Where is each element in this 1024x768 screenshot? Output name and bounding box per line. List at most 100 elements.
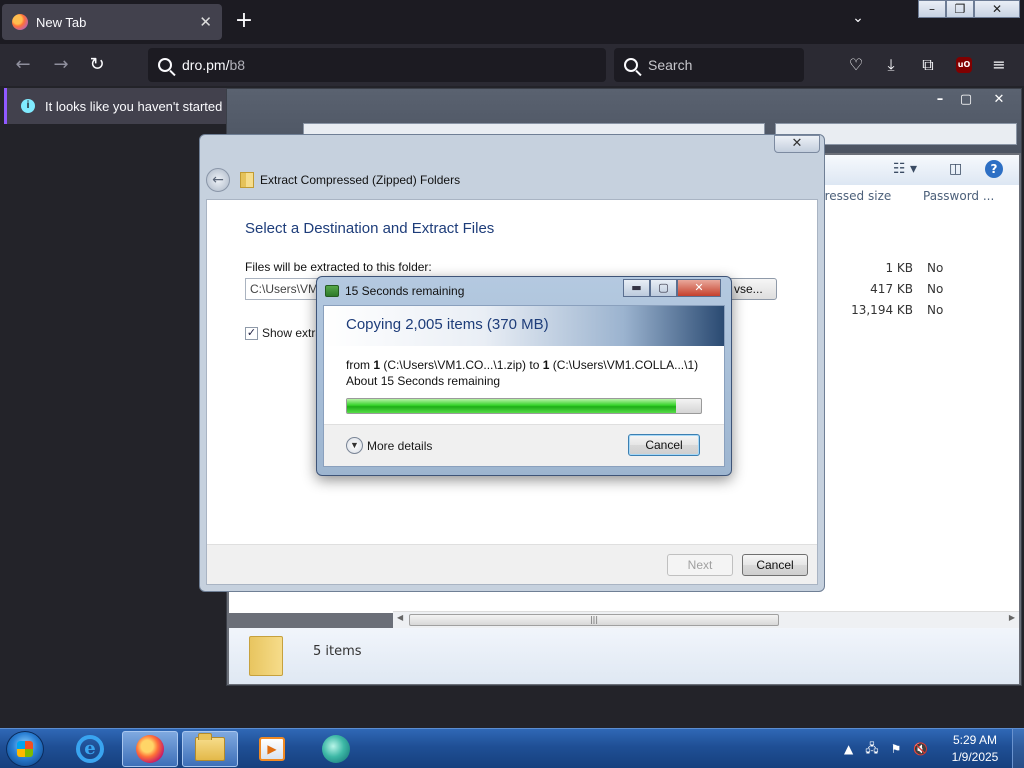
row-size: 417 KB xyxy=(870,282,913,296)
source-path: (C:\Users\VM1.CO...\1.zip) to xyxy=(380,358,543,372)
copy-progress-dialog: 15 Seconds remaining ▬ ▢ ✕ Copying 2,005… xyxy=(316,276,732,476)
cancel-button[interactable]: Cancel xyxy=(628,434,700,456)
copy-heading: Copying 2,005 items (370 MB) xyxy=(346,316,549,333)
hamburger-menu-icon[interactable]: ≡ xyxy=(988,54,1010,76)
url-path: b8 xyxy=(229,57,246,73)
row-password: No xyxy=(927,261,944,275)
preview-pane-icon[interactable]: ◫ xyxy=(949,161,962,177)
pocket-icon[interactable]: ♡ xyxy=(845,54,867,76)
minimize-button[interactable]: – xyxy=(918,0,946,18)
row-password: No xyxy=(927,303,944,317)
close-button[interactable]: ✕ xyxy=(677,279,721,297)
maximize-button[interactable]: ▢ xyxy=(953,91,979,109)
volume-muted-icon[interactable]: 🔇 xyxy=(913,742,928,756)
more-details-toggle[interactable]: ▼ More details xyxy=(346,437,432,454)
ublock-origin-icon[interactable]: uO xyxy=(956,57,972,73)
search-bar[interactable]: Search xyxy=(614,48,804,82)
zip-folder-icon xyxy=(249,636,283,676)
reload-icon[interactable]: ↻ xyxy=(86,54,108,76)
forward-arrow-icon[interactable]: → xyxy=(50,54,72,76)
internet-explorer-icon: e xyxy=(76,735,104,763)
row-size: 1 KB xyxy=(885,261,913,275)
notification-bar: i It looks like you haven't started Fir xyxy=(4,88,234,124)
restore-button[interactable]: ❐ xyxy=(946,0,974,18)
search-icon xyxy=(158,58,172,72)
table-row[interactable]: 417 KB No xyxy=(817,282,1019,296)
app-icon xyxy=(322,735,350,763)
dialog-body: Copying 2,005 items (370 MB) from 1 (C:\… xyxy=(323,305,725,467)
tab-new-tab[interactable]: New Tab ✕ xyxy=(2,4,222,40)
show-extracted-label: Show extra xyxy=(262,326,323,340)
scrollbar-thumb[interactable]: ||| xyxy=(409,614,779,626)
clock-time: 5:29 AM xyxy=(952,733,998,747)
copy-source-destination: from 1 (C:\Users\VM1.CO...\1.zip) to 1 (… xyxy=(346,358,698,372)
firefox-icon xyxy=(136,735,164,763)
close-button[interactable]: ✕ xyxy=(774,135,820,153)
view-options-icon[interactable]: ☷ ▾ xyxy=(893,161,917,177)
scroll-left-icon[interactable]: ◀ xyxy=(397,613,403,622)
maximize-button[interactable]: ▢ xyxy=(650,279,677,297)
tab-close-icon[interactable]: ✕ xyxy=(199,13,212,31)
wizard-footer: Next Cancel xyxy=(207,544,817,584)
url-bar[interactable]: dro.pm/b8 xyxy=(148,48,606,82)
table-row[interactable]: 1 KB No xyxy=(817,261,1019,275)
clock-date: 1/9/2025 xyxy=(951,750,999,764)
destination-label: Files will be extracted to this folder: xyxy=(245,260,432,274)
clock[interactable]: 5:29 AM 1/9/2025 xyxy=(940,732,1010,766)
from-prefix: from xyxy=(346,358,374,372)
show-hidden-icons-icon[interactable]: ▲ xyxy=(844,742,853,756)
column-password[interactable]: Password ... xyxy=(923,185,1019,207)
show-desktop-button[interactable] xyxy=(1012,729,1024,768)
wizard-title: Extract Compressed (Zipped) Folders xyxy=(260,173,461,187)
downloads-icon[interactable]: ⤓ xyxy=(880,54,902,76)
network-icon[interactable]: 🖧 xyxy=(865,739,878,760)
search-placeholder: Search xyxy=(648,57,693,73)
notification-text: It looks like you haven't started Fir xyxy=(45,98,234,114)
media-player-icon: ▶ xyxy=(259,737,285,761)
taskbar-media-player[interactable]: ▶ xyxy=(244,731,300,767)
list-all-tabs-icon[interactable]: ⌄ xyxy=(848,10,868,30)
horizontal-scrollbar[interactable]: ◀ ||| ▶ xyxy=(393,611,1019,628)
zip-folder-icon xyxy=(240,172,254,188)
checkbox-checked-icon[interactable]: ✓ xyxy=(245,326,258,340)
taskbar-firefox[interactable] xyxy=(122,731,178,767)
dialog-header: Copying 2,005 items (370 MB) xyxy=(324,306,724,346)
wizard-header: ← Extract Compressed (Zipped) Folders xyxy=(206,163,818,197)
action-center-flag-icon[interactable]: ⚑ xyxy=(891,742,902,756)
time-remaining: About 15 Seconds remaining xyxy=(346,374,501,388)
dialog-window-controls: ▬ ▢ ✕ xyxy=(623,279,721,297)
firefox-tabstrip: New Tab ✕ + ⌄ – ❐ ✕ xyxy=(0,0,1024,44)
progress-fill xyxy=(347,399,677,413)
minimize-button[interactable]: ▬ xyxy=(623,279,650,297)
item-count: 5 items xyxy=(313,644,362,659)
wizard-heading: Select a Destination and Extract Files xyxy=(245,220,495,237)
table-row[interactable]: 13,194 KB No xyxy=(817,303,1019,317)
back-arrow-icon[interactable]: ← xyxy=(12,54,34,76)
taskbar-explorer[interactable] xyxy=(182,731,238,767)
cancel-button[interactable]: Cancel xyxy=(742,554,808,576)
destination-path: (C:\Users\VM1.COLLA...\1) xyxy=(549,358,699,372)
extensions-icon[interactable]: ⧉ xyxy=(917,54,939,76)
show-extracted-checkbox[interactable]: ✓ Show extra xyxy=(245,326,322,340)
row-password: No xyxy=(927,282,944,296)
scroll-right-icon[interactable]: ▶ xyxy=(1009,613,1015,622)
explorer-status-bar: 5 items xyxy=(229,628,1019,684)
more-details-label: More details xyxy=(367,438,433,453)
progress-bar xyxy=(346,398,702,414)
firefox-window-controls: – ❐ ✕ xyxy=(918,0,1020,18)
close-button[interactable]: ✕ xyxy=(979,91,1019,109)
back-arrow-icon[interactable]: ← xyxy=(206,168,230,192)
taskbar-app[interactable] xyxy=(308,731,364,767)
firefox-icon xyxy=(12,14,28,30)
next-button[interactable]: Next xyxy=(667,554,733,576)
new-tab-button[interactable]: + xyxy=(232,10,256,34)
chevron-down-icon[interactable]: ▼ xyxy=(346,437,363,454)
column-compressed-size[interactable]: pressed size xyxy=(817,185,923,207)
column-headers: pressed size Password ... xyxy=(817,185,1019,207)
taskbar-internet-explorer[interactable]: e xyxy=(62,731,118,767)
tab-title: New Tab xyxy=(36,14,87,30)
help-icon[interactable]: ? xyxy=(985,160,1003,178)
minimize-button[interactable]: – xyxy=(927,91,953,109)
close-button[interactable]: ✕ xyxy=(974,0,1020,18)
start-button[interactable] xyxy=(6,731,44,767)
